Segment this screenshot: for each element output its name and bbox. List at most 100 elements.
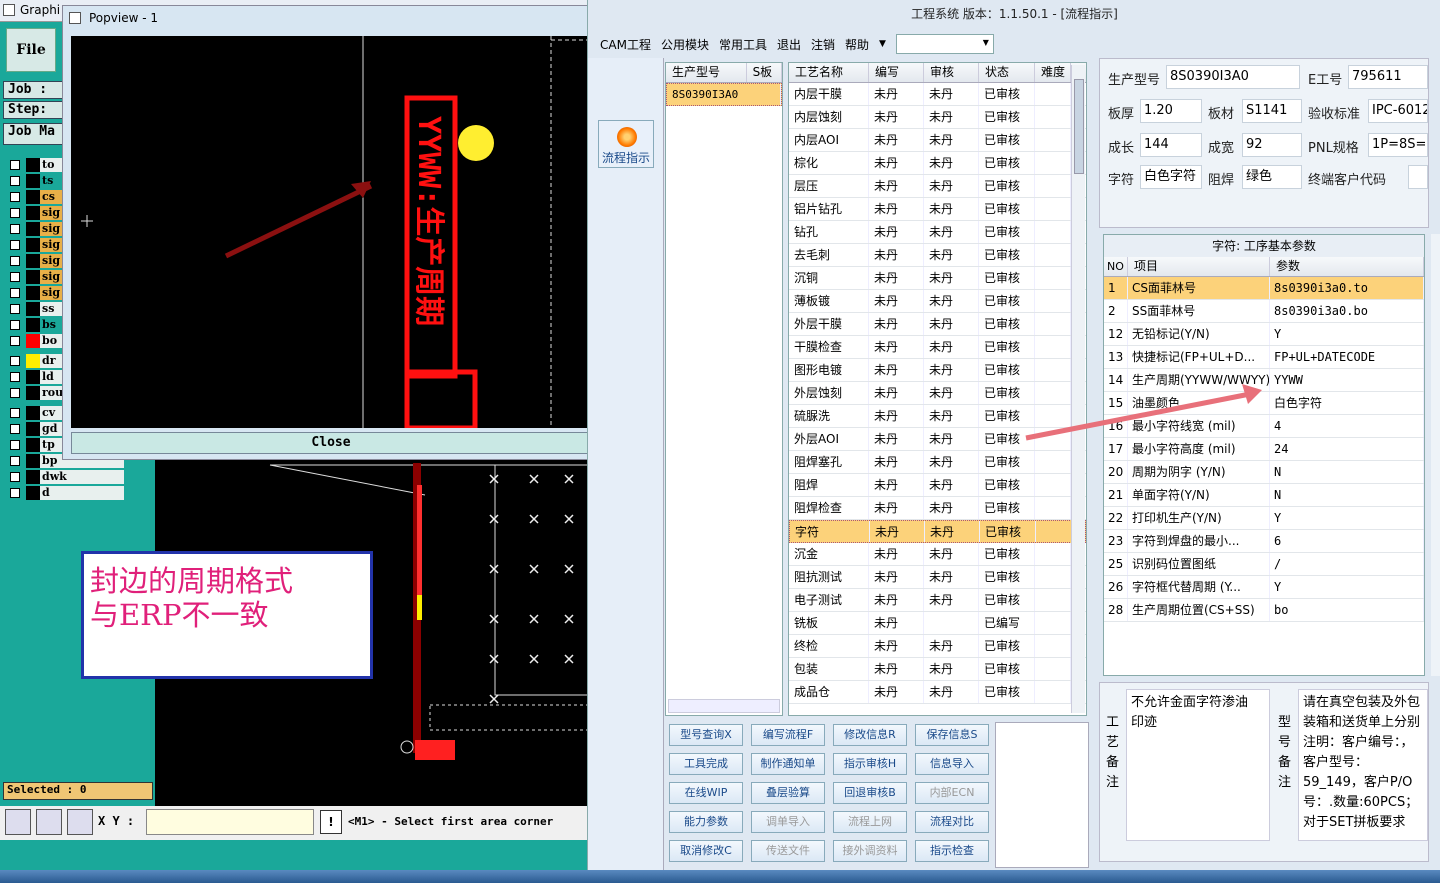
layer-checkbox[interactable]: [10, 191, 20, 202]
param-row[interactable]: 15 油墨颜色 白色字符: [1104, 392, 1424, 415]
layer-checkbox[interactable]: [10, 303, 20, 314]
param-row[interactable]: 25 识别码位置图纸 /: [1104, 553, 1424, 576]
model-row[interactable]: 8S0390I3A0: [666, 83, 782, 106]
action-button[interactable]: 指示审核H: [833, 753, 907, 775]
len-field[interactable]: 144: [1140, 133, 1202, 157]
action-button[interactable]: 调单导入: [751, 811, 825, 833]
layer-checkbox[interactable]: [10, 255, 20, 266]
action-button[interactable]: 型号查询X: [669, 724, 743, 746]
menu-logout[interactable]: 注销: [811, 36, 835, 53]
menu-cam[interactable]: CAM工程: [600, 36, 651, 53]
layer-checkbox[interactable]: [10, 335, 20, 346]
process-row[interactable]: 沉金 未丹 未丹 已审核: [789, 543, 1086, 566]
menu-tools[interactable]: 常用工具: [719, 36, 767, 53]
param-row[interactable]: 14 生产周期(YYWW/WWYY) YYWW: [1104, 369, 1424, 392]
process-row[interactable]: 字符 未丹 未丹 已审核: [789, 520, 1086, 543]
process-row[interactable]: 铣板 未丹 已编写: [789, 612, 1086, 635]
eno-field[interactable]: 795611: [1348, 65, 1428, 89]
menu-common[interactable]: 公用模块: [661, 36, 709, 53]
process-row[interactable]: 硫脲洗 未丹 未丹 已审核: [789, 405, 1086, 428]
action-button[interactable]: 取消修改C: [669, 840, 743, 862]
process-row[interactable]: 阻焊 未丹 未丹 已审核: [789, 474, 1086, 497]
layer-checkbox[interactable]: [10, 439, 20, 450]
process-row[interactable]: 内层蚀刻 未丹 未丹 已审核: [789, 106, 1086, 129]
action-button[interactable]: 工具完成: [669, 753, 743, 775]
popview-canvas[interactable]: YYWW:生产周期: [71, 36, 591, 428]
layer-checkbox[interactable]: [10, 423, 20, 434]
action-button[interactable]: 修改信息R: [833, 724, 907, 746]
alert-icon[interactable]: !: [320, 810, 342, 834]
action-button[interactable]: 信息导入: [915, 753, 989, 775]
process-row[interactable]: 阻焊检查 未丹 未丹 已审核: [789, 497, 1086, 520]
process-row[interactable]: 铝片钻孔 未丹 未丹 已审核: [789, 198, 1086, 221]
layer-checkbox[interactable]: [10, 371, 20, 382]
action-button[interactable]: 内部ECN: [915, 782, 989, 804]
layer-checkbox[interactable]: [10, 239, 20, 250]
process-row[interactable]: 电子测试 未丹 未丹 已审核: [789, 589, 1086, 612]
zoom-fit-icon[interactable]: [5, 809, 31, 835]
scroll-thumb[interactable]: [1074, 79, 1084, 174]
model-field[interactable]: 8S0390I3A0: [1166, 65, 1300, 89]
param-row[interactable]: 12 无铅标记(Y/N) Y: [1104, 323, 1424, 346]
model-remark-field[interactable]: 请在真空包装及外包装箱和送货单上分别注明：客户编号：，客户型号：59_149，客…: [1298, 689, 1428, 841]
layer-row[interactable]: dwk: [6, 469, 124, 484]
char-field[interactable]: 白色字符: [1140, 165, 1202, 189]
wid-field[interactable]: 92: [1242, 133, 1302, 157]
mask-field[interactable]: 绿色: [1242, 165, 1302, 189]
param-row[interactable]: 13 快捷标记(FP+UL+D... FP+UL+DATECODE: [1104, 346, 1424, 369]
param-row[interactable]: 20 周期为阴字 (Y/N) N: [1104, 461, 1424, 484]
action-button[interactable]: 传送文件: [751, 840, 825, 862]
process-row[interactable]: 薄板镀 未丹 未丹 已审核: [789, 290, 1086, 313]
param-row[interactable]: 17 最小字符高度 (mil) 24: [1104, 438, 1424, 461]
param-row[interactable]: 2 SS面菲林号 8s0390i3a0.bo: [1104, 300, 1424, 323]
process-row[interactable]: 沉铜 未丹 未丹 已审核: [789, 267, 1086, 290]
action-button[interactable]: 回退审核B: [833, 782, 907, 804]
process-row[interactable]: 内层干膜 未丹 未丹 已审核: [789, 83, 1086, 106]
param-row[interactable]: 26 字符框代替周期 (Y... Y: [1104, 576, 1424, 599]
action-button[interactable]: 接外调资料: [833, 840, 907, 862]
layer-checkbox[interactable]: [10, 271, 20, 282]
layer-checkbox[interactable]: [10, 159, 20, 170]
process-row[interactable]: 阻焊塞孔 未丹 未丹 已审核: [789, 451, 1086, 474]
param-row[interactable]: 1 CS面菲林号 8s0390i3a0.to: [1104, 277, 1424, 300]
process-row[interactable]: 去毛刺 未丹 未丹 已审核: [789, 244, 1086, 267]
process-row[interactable]: 阻抗测试 未丹 未丹 已审核: [789, 566, 1086, 589]
process-row[interactable]: 钻孔 未丹 未丹 已审核: [789, 221, 1086, 244]
process-row[interactable]: 包装 未丹 未丹 已审核: [789, 658, 1086, 681]
process-row[interactable]: 外层干膜 未丹 未丹 已审核: [789, 313, 1086, 336]
layer-checkbox[interactable]: [10, 387, 20, 398]
process-row[interactable]: 层压 未丹 未丹 已审核: [789, 175, 1086, 198]
xy-input[interactable]: [146, 809, 314, 835]
process-row[interactable]: 干膜检查 未丹 未丹 已审核: [789, 336, 1086, 359]
thick-field[interactable]: 1.20: [1140, 99, 1202, 123]
file-menu-button[interactable]: File: [6, 28, 56, 72]
process-row[interactable]: 成品仓 未丹 未丹 已审核: [789, 681, 1086, 704]
model-grid-scrollbar[interactable]: [668, 699, 780, 713]
action-button[interactable]: 保存信息S: [915, 724, 989, 746]
action-button[interactable]: 指示检查: [915, 840, 989, 862]
action-button[interactable]: 流程上网: [833, 811, 907, 833]
action-button[interactable]: 制作通知单: [751, 753, 825, 775]
params-side-scroll[interactable]: [1431, 234, 1440, 676]
flow-indicator-button[interactable]: 流程指示: [598, 120, 654, 168]
action-button[interactable]: 在线WIP: [669, 782, 743, 804]
param-row[interactable]: 16 最小字符线宽 (mil) 4: [1104, 415, 1424, 438]
pnl-field[interactable]: 1P=8S=1: [1368, 133, 1428, 157]
process-row[interactable]: 外层AOI 未丹 未丹 已审核: [789, 428, 1086, 451]
menu-help[interactable]: 帮助: [845, 36, 869, 53]
action-button[interactable]: 流程对比: [915, 811, 989, 833]
proc-remark-field[interactable]: 不允许金面字符渗油印迹: [1126, 689, 1270, 841]
menu-combo-box[interactable]: ▼: [895, 34, 994, 54]
layer-checkbox[interactable]: [10, 471, 20, 482]
menu-exit[interactable]: 退出: [777, 36, 801, 53]
param-row[interactable]: 28 生产周期位置(CS+SS) bo: [1104, 599, 1424, 622]
action-button[interactable]: 叠层验算: [751, 782, 825, 804]
layer-checkbox[interactable]: [10, 207, 20, 218]
job-manager-button[interactable]: Job Ma: [3, 123, 63, 145]
param-row[interactable]: 21 单面字符(Y/N) N: [1104, 484, 1424, 507]
process-row[interactable]: 内层AOI 未丹 未丹 已审核: [789, 129, 1086, 152]
param-row[interactable]: 22 打印机生产(Y/N) Y: [1104, 507, 1424, 530]
close-button[interactable]: Close: [71, 432, 591, 454]
measure-icon[interactable]: [36, 809, 62, 835]
layer-checkbox[interactable]: [10, 407, 20, 418]
